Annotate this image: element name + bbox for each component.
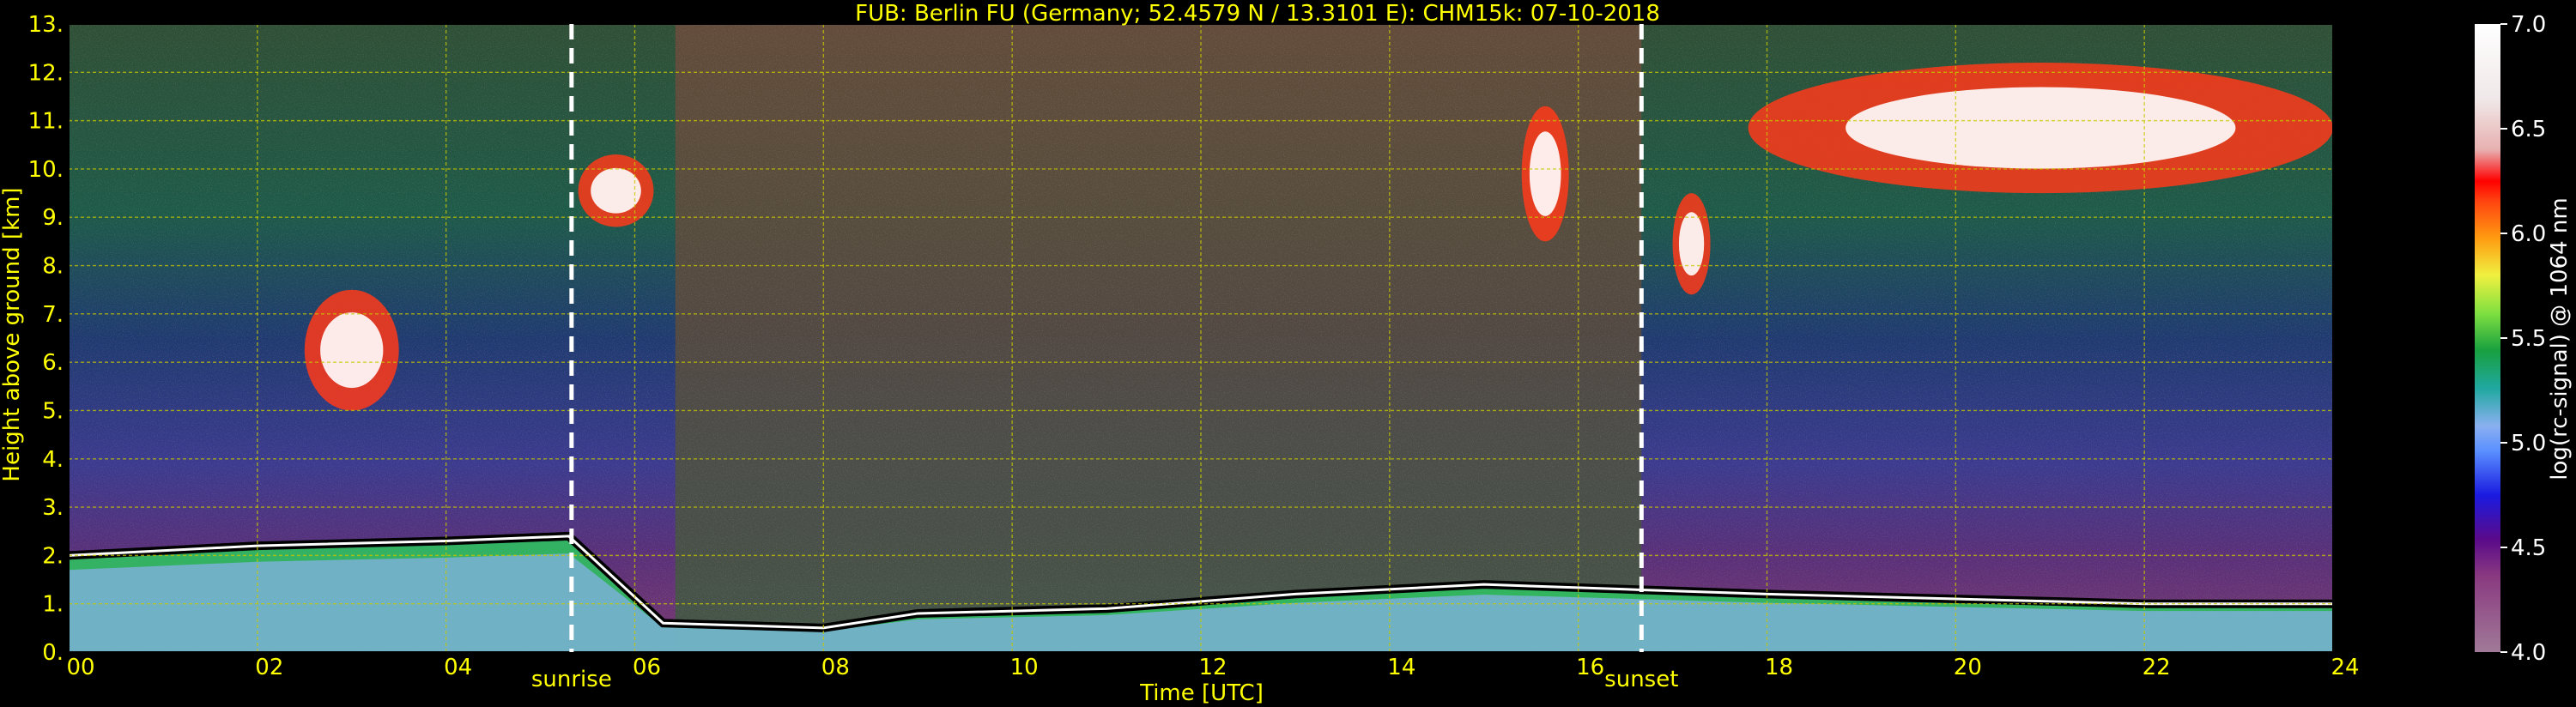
cloud-core-4 bbox=[1846, 87, 2236, 169]
y-tick-label: 5. bbox=[42, 398, 64, 424]
colorbar bbox=[2475, 24, 2500, 652]
colorbar-tick-label: 6.0 bbox=[2511, 221, 2546, 247]
event-label-sunset: sunset bbox=[1604, 667, 1678, 692]
cloud-core-2 bbox=[1529, 131, 1561, 216]
x-tick-label: 22 bbox=[2143, 655, 2171, 680]
y-tick-label: 12. bbox=[28, 60, 64, 86]
y-tick-label: 11. bbox=[28, 109, 64, 135]
cloud-core-0 bbox=[320, 312, 384, 389]
x-tick-label: 24 bbox=[2331, 655, 2359, 680]
colorbar-tick-label: 5.5 bbox=[2511, 326, 2546, 352]
y-tick-label: 13. bbox=[28, 12, 64, 38]
colorbar-label: log(rc-signal) @ 1064 nm bbox=[2547, 197, 2573, 480]
y-tick-label: 1. bbox=[42, 592, 64, 618]
colorbar-tick-label: 7.0 bbox=[2511, 12, 2546, 38]
y-tick-label: 4. bbox=[42, 447, 64, 473]
colorbar-tick-label: 6.5 bbox=[2511, 117, 2546, 142]
y-tick-label: 2. bbox=[42, 543, 64, 569]
x-tick-label: 02 bbox=[255, 655, 283, 680]
x-tick-label: 18 bbox=[1765, 655, 1793, 680]
x-tick-label: 08 bbox=[821, 655, 850, 680]
y-tick-label: 8. bbox=[42, 254, 64, 280]
x-tick-label: 00 bbox=[66, 655, 94, 680]
y-tick-label: 7. bbox=[42, 302, 64, 328]
colorbar-tick-label: 4.5 bbox=[2511, 535, 2546, 561]
x-tick-label: 20 bbox=[1954, 655, 1982, 680]
x-tick-label: 10 bbox=[1010, 655, 1039, 680]
x-tick-label: 12 bbox=[1198, 655, 1227, 680]
colorbar-tick-label: 4.0 bbox=[2511, 640, 2546, 666]
x-tick-label: 06 bbox=[633, 655, 661, 680]
chart-title: FUB: Berlin FU (Germany; 52.4579 N / 13.… bbox=[855, 1, 1660, 27]
x-tick-label: 14 bbox=[1387, 655, 1415, 680]
colorbar-tick-label: 5.0 bbox=[2511, 431, 2546, 456]
y-tick-label: 3. bbox=[42, 495, 64, 521]
event-label-sunrise: sunrise bbox=[531, 667, 612, 692]
y-tick-label: 10. bbox=[28, 157, 64, 183]
lidar-figure: sunrise sunset 00 02 04 06 08 10 12 14 16 18 20 22 24… bbox=[0, 1, 2573, 706]
y-tick-label: 6. bbox=[42, 350, 64, 376]
y-axis-label: Height above ground [km] bbox=[0, 187, 25, 481]
x-axis-label: Time [UTC] bbox=[1139, 680, 1264, 706]
y-tick-label: 0. bbox=[42, 640, 64, 666]
cloud-core-1 bbox=[591, 167, 641, 214]
x-tick-label: 04 bbox=[444, 655, 472, 680]
x-tick-label: 16 bbox=[1576, 655, 1604, 680]
colorbar-ticks: 4.0 4.5 5.0 5.5 6.0 6.5 7.0 bbox=[2500, 12, 2546, 666]
y-tick-label: 9. bbox=[42, 205, 64, 231]
